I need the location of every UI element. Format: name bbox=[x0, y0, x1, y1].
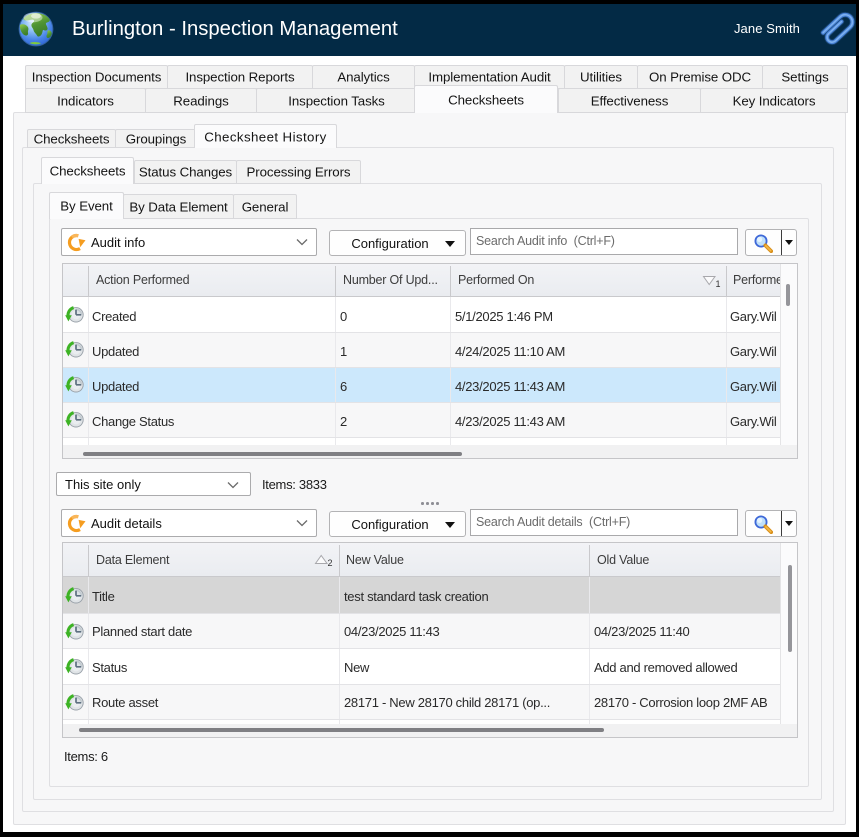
svg-text:1: 1 bbox=[716, 279, 721, 288]
svg-text:2: 2 bbox=[328, 558, 333, 567]
